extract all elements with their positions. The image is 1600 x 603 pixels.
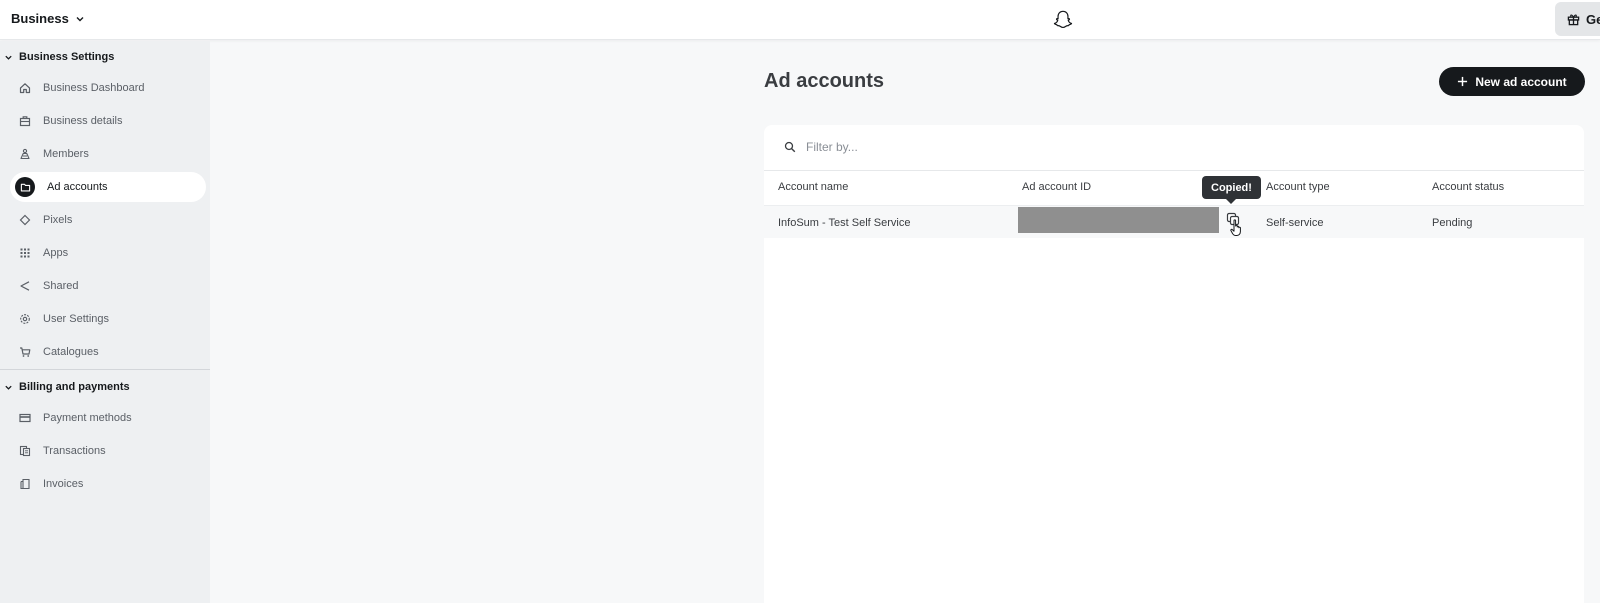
sidebar-item-catalogues[interactable]: Catalogues [10,337,206,367]
snapchat-ghost-icon[interactable] [1052,9,1074,31]
sidebar-item-label: User Settings [43,313,110,325]
home-icon [19,83,31,94]
sidebar-item-label: Shared [43,280,79,292]
column-header-ad-account-id[interactable]: Ad account ID [1022,181,1091,193]
business-switcher[interactable]: Business [11,11,85,26]
transactions-icon [19,445,31,457]
sidebar-item-label: Catalogues [43,346,99,358]
column-header-account-type[interactable]: Account type [1266,181,1330,193]
sidebar-item-business-dashboard[interactable]: Business Dashboard [10,73,206,103]
sidebar-item-label: Invoices [43,478,84,490]
sidebar-item-label: Apps [43,247,69,259]
plus-icon [1458,76,1468,87]
folder-icon [15,177,35,197]
section-billing-and-payments[interactable]: Billing and payments [0,381,130,393]
section-business-settings[interactable]: Business Settings [0,51,114,63]
search-icon [784,141,796,153]
cell-account-status: Pending [1432,217,1473,229]
sidebar-item-shared[interactable]: Shared [10,271,206,301]
sidebar-item-label: Payment methods [43,412,132,424]
column-header-account-name[interactable]: Account name [778,181,848,193]
sidebar-item-label: Members [43,148,89,160]
cart-icon [20,347,31,357]
sidebar-item-label: Transactions [43,445,106,457]
column-header-account-status[interactable]: Account status [1432,181,1504,193]
top-bar: Business Ge [0,0,1600,40]
card-icon [19,413,31,423]
filter-bar [784,135,1564,159]
briefcase-icon [19,116,31,127]
hand-cursor-icon [1230,219,1241,236]
cell-account-name[interactable]: InfoSum - Test Self Service [778,217,910,229]
section-label: Billing and payments [19,381,130,393]
sidebar-item-user-settings[interactable]: User Settings [10,304,206,334]
sidebar-item-invoices[interactable]: Invoices [10,469,206,499]
sidebar-item-pixels[interactable]: Pixels [10,205,206,235]
sidebar-item-label: Business Dashboard [43,82,145,94]
chevron-down-icon [76,16,84,21]
grid-icon [20,248,30,258]
gear-icon [20,314,30,324]
members-icon [20,148,30,160]
cell-account-type: Self-service [1266,217,1324,229]
gift-icon [1567,14,1580,25]
chevron-down-icon [5,55,12,60]
chevron-down-icon [5,385,12,390]
sidebar-item-business-details[interactable]: Business details [10,106,206,136]
sidebar-item-members[interactable]: Members [10,139,206,169]
new-ad-account-label: New ad account [1475,74,1567,89]
business-label: Business [11,11,69,26]
page-title: Ad accounts [764,70,885,92]
gift-button[interactable]: Ge [1555,2,1600,36]
new-ad-account-button[interactable]: New ad account [1439,67,1585,96]
sidebar-item-transactions[interactable]: Transactions [10,436,206,466]
sidebar-divider [0,369,210,370]
filter-input[interactable] [806,140,1206,154]
gift-button-label: Ge [1586,11,1600,27]
sidebar: Business Settings Business Dashboard Bus… [0,41,210,603]
redacted-account-id [1018,207,1219,233]
section-label: Business Settings [19,51,115,63]
diamond-icon [19,214,31,226]
card-divider [764,170,1584,171]
sidebar-item-apps[interactable]: Apps [10,238,206,268]
ad-accounts-table-card: Account name Ad account ID Account type … [764,125,1584,603]
invoice-icon [20,478,30,490]
sidebar-item-label: Ad accounts [47,181,108,193]
sidebar-item-label: Pixels [43,214,73,226]
share-icon [20,281,30,291]
copied-tooltip: Copied! [1202,176,1261,204]
sidebar-item-ad-accounts[interactable]: Ad accounts [10,172,206,202]
sidebar-item-payment-methods[interactable]: Payment methods [10,403,206,433]
sidebar-item-label: Business details [43,115,123,127]
